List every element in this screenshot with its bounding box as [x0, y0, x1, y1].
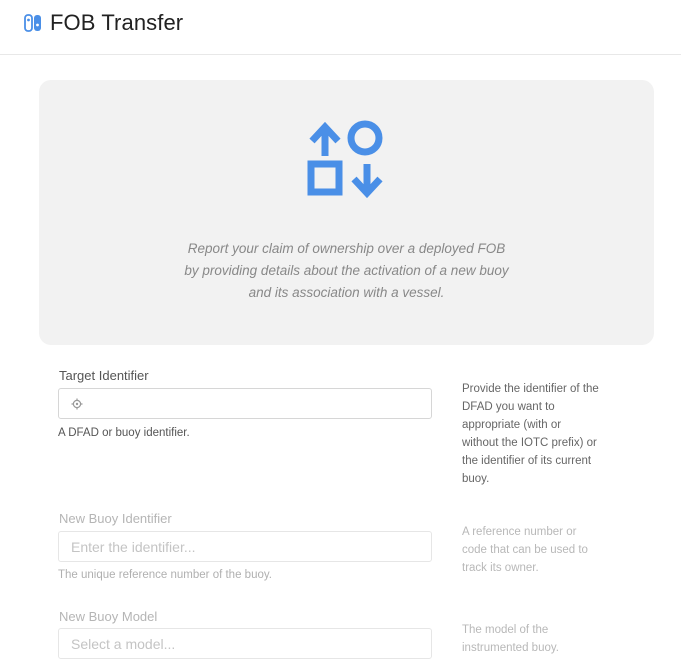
- buoy-identifier-help: The unique reference number of the buoy.: [58, 569, 272, 581]
- target-identifier-input[interactable]: [58, 388, 432, 419]
- intro-card: Report your claim of ownership over a de…: [39, 80, 654, 345]
- buoy-model-select[interactable]: Select a model...: [58, 628, 432, 659]
- description-line: The model of the: [462, 624, 549, 636]
- buoy-model-label: New Buoy Model: [59, 609, 158, 624]
- intro-text: Report your claim of ownership over a de…: [39, 238, 654, 304]
- description-line: A reference number or: [462, 526, 577, 538]
- description-line: DFAD you want to: [462, 401, 555, 413]
- description-line: appropriate (with or: [462, 419, 562, 431]
- buoy-model-description: The model of the instrumented buoy.: [462, 621, 622, 657]
- description-line: code that can be used to: [462, 544, 588, 556]
- intro-line: by providing details about the activatio…: [184, 263, 509, 278]
- page-title: FOB Transfer: [50, 10, 184, 35]
- app-header: FOB Transfer: [0, 0, 681, 55]
- buoy-identifier-placeholder: Enter the identifier...: [71, 539, 196, 555]
- description-line: the identifier of its current: [462, 455, 592, 467]
- intro-line: Report your claim of ownership over a de…: [187, 241, 506, 256]
- target-icon: [71, 398, 83, 410]
- target-identifier-description: Provide the identifier of the DFAD you w…: [462, 380, 622, 488]
- switch-icon: [24, 14, 41, 32]
- buoy-identifier-label: New Buoy Identifier: [59, 511, 172, 526]
- target-identifier-label: Target Identifier: [59, 368, 149, 383]
- buoy-model-placeholder: Select a model...: [71, 636, 176, 652]
- description-line: track its owner.: [462, 562, 539, 574]
- shapes-transfer-icon: [307, 120, 383, 199]
- description-line: instrumented buoy.: [462, 642, 559, 654]
- buoy-identifier-description: A reference number or code that can be u…: [462, 523, 622, 577]
- description-line: Provide the identifier of the: [462, 383, 599, 395]
- description-line: without the IOTC prefix) or: [462, 437, 597, 449]
- buoy-identifier-input[interactable]: Enter the identifier...: [58, 531, 432, 562]
- target-identifier-help: A DFAD or buoy identifier.: [58, 427, 190, 439]
- intro-line: and its association with a vessel.: [248, 285, 445, 300]
- description-line: buoy.: [462, 473, 490, 485]
